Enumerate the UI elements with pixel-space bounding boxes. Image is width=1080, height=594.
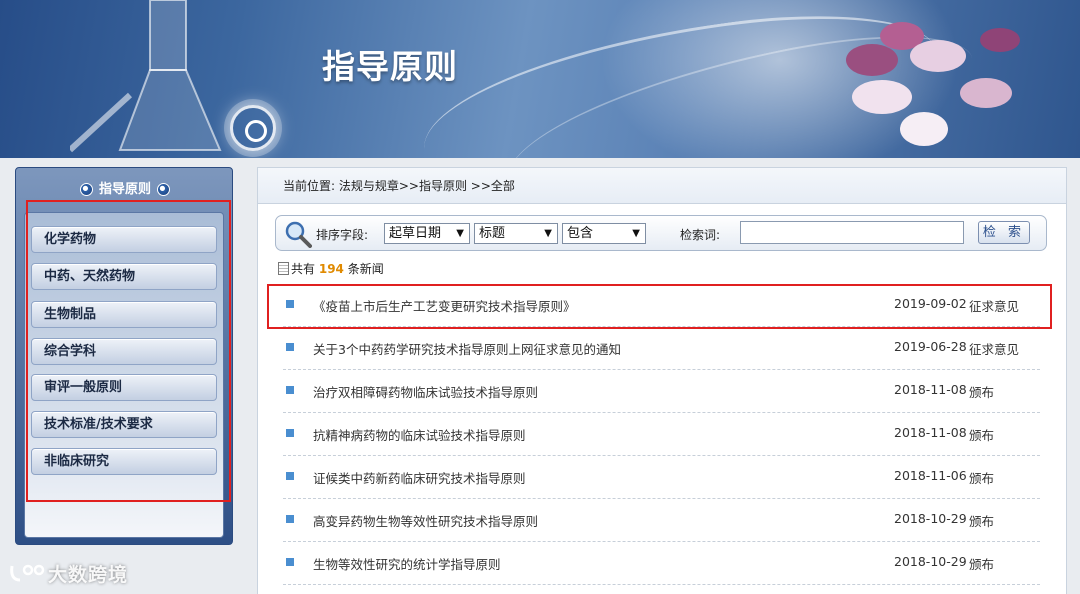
sidebar-item-nonclinical-research[interactable]: 非临床研究 xyxy=(31,448,217,475)
dropdown-arrow-icon: ▼ xyxy=(544,228,552,239)
sort-field-label: 排序字段: xyxy=(316,228,369,242)
search-field-value: 标题 xyxy=(479,226,506,241)
bullet-icon xyxy=(286,472,294,480)
watermark-logo-icon xyxy=(10,564,45,582)
news-date: 2018-10-29 xyxy=(894,511,967,526)
pill-decoration xyxy=(852,80,912,114)
sidebar-item-general-review-principles[interactable]: 审评一般原则 xyxy=(31,374,217,401)
news-date: 2018-11-06 xyxy=(894,468,967,483)
search-field-select[interactable]: 标题 ▼ xyxy=(474,223,558,244)
flask-illustration xyxy=(70,0,222,153)
news-date: 2019-09-02 xyxy=(894,296,967,311)
header-banner: 指导原则 xyxy=(0,0,1080,158)
breadcrumb: 当前位置: 法规与规章>>指导原则 >>全部 xyxy=(258,168,1066,204)
result-count-prefix: 共有 xyxy=(291,262,316,276)
watermark: 大数跨境 xyxy=(8,560,128,587)
match-type-value: 包含 xyxy=(567,226,594,241)
sidebar: 指导原则 化学药物 中药、天然药物 生物制品 综合学科 审评一般原则 技术标准/… xyxy=(15,167,233,545)
news-title[interactable]: 《疫苗上市后生产工艺变更研究技术指导原则》 xyxy=(313,296,576,315)
news-date: 2018-11-08 xyxy=(894,425,967,440)
sort-field-select[interactable]: 起草日期 ▼ xyxy=(384,223,470,244)
sidebar-item-tcm[interactable]: 中药、天然药物 xyxy=(31,263,217,290)
bullet-icon xyxy=(157,183,170,196)
bullet-icon xyxy=(286,343,294,351)
news-row[interactable]: 《疫苗上市后生产工艺变更研究技术指导原则》 2019-09-02 征求意见 xyxy=(283,284,1040,327)
sidebar-item-biologics[interactable]: 生物制品 xyxy=(31,301,217,328)
news-row[interactable]: 抗精神病药物的临床试验技术指导原则 2018-11-08 颁布 xyxy=(283,413,1040,456)
news-status: 颁布 xyxy=(969,428,995,443)
news-title[interactable]: 高变异药物生物等效性研究技术指导原则 xyxy=(313,511,538,530)
sidebar-menu: 化学药物 中药、天然药物 生物制品 综合学科 审评一般原则 技术标准/技术要求 … xyxy=(24,212,224,538)
keyword-input[interactable] xyxy=(740,221,964,244)
news-date: 2019-06-28 xyxy=(894,339,967,354)
result-count-number: 194 xyxy=(318,262,344,276)
news-row[interactable]: 关于3个中药药学研究技术指导原则上网征求意见的通知 2019-06-28 征求意… xyxy=(283,327,1040,370)
news-title[interactable]: 证候类中药新药临床研究技术指导原则 xyxy=(313,468,526,487)
sidebar-heading-label: 指导原则 xyxy=(98,182,151,197)
news-row[interactable]: 高变异药物生物等效性研究技术指导原则 2018-10-29 颁布 xyxy=(283,499,1040,542)
watermark-text: 大数跨境 xyxy=(48,564,129,586)
sidebar-item-technical-standards[interactable]: 技术标准/技术要求 xyxy=(31,411,217,438)
keyword-label: 检索词: xyxy=(680,228,721,242)
page-title: 指导原则 xyxy=(322,47,458,86)
sidebar-item-general-disciplines[interactable]: 综合学科 xyxy=(31,338,217,365)
target-rings-icon xyxy=(230,105,276,151)
pill-decoration xyxy=(910,40,966,72)
news-status: 颁布 xyxy=(969,557,995,572)
news-row[interactable]: 治疗双相障碍药物临床试验技术指导原则 2018-11-08 颁布 xyxy=(283,370,1040,413)
bullet-icon xyxy=(79,183,93,196)
news-row[interactable]: 生物等效性研究的统计学指导原则 2018-10-29 颁布 xyxy=(283,542,1040,585)
news-title[interactable]: 关于3个中药药学研究技术指导原则上网征求意见的通知 xyxy=(313,339,621,358)
bullet-icon xyxy=(286,300,294,308)
news-title[interactable]: 治疗双相障碍药物临床试验技术指导原则 xyxy=(313,382,538,401)
sidebar-heading: 指导原则 xyxy=(16,176,234,204)
document-icon xyxy=(278,262,289,275)
news-status: 征求意见 xyxy=(969,299,1020,314)
search-icon xyxy=(285,221,312,248)
news-status: 征求意见 xyxy=(969,342,1020,357)
news-title[interactable]: 抗精神病药物的临床试验技术指导原则 xyxy=(313,425,526,444)
pill-decoration xyxy=(900,112,948,146)
news-date: 2018-10-29 xyxy=(894,554,967,569)
news-title[interactable]: 生物等效性研究的统计学指导原则 xyxy=(313,554,501,573)
result-count: 共有 194 条新闻 xyxy=(278,260,384,277)
news-date: 2018-11-08 xyxy=(894,382,967,397)
result-count-suffix: 条新闻 xyxy=(347,262,384,276)
sort-field-value: 起草日期 xyxy=(389,226,442,241)
news-status: 颁布 xyxy=(969,471,995,486)
news-row[interactable]: 证候类中药新药临床研究技术指导原则 2018-11-06 颁布 xyxy=(283,456,1040,499)
main-content: 当前位置: 法规与规章>>指导原则 >>全部 排序字段: 起草日期 ▼ 标题 ▼ 包… xyxy=(257,167,1067,594)
bullet-icon xyxy=(286,515,294,523)
match-type-select[interactable]: 包含 ▼ xyxy=(562,223,646,244)
pill-decoration xyxy=(960,78,1012,108)
search-bar: 排序字段: 起草日期 ▼ 标题 ▼ 包含 ▼ 检索词: 检 索 xyxy=(275,215,1047,251)
sidebar-item-chemical-drugs[interactable]: 化学药物 xyxy=(31,226,217,253)
bullet-icon xyxy=(286,558,294,566)
search-button[interactable]: 检 索 xyxy=(978,221,1030,244)
bullet-icon xyxy=(286,386,294,394)
dropdown-arrow-icon: ▼ xyxy=(632,228,640,239)
news-status: 颁布 xyxy=(969,385,995,400)
bullet-icon xyxy=(286,429,294,437)
pill-decoration xyxy=(846,44,898,76)
pill-decoration xyxy=(980,28,1020,52)
news-status: 颁布 xyxy=(969,514,995,529)
dropdown-arrow-icon: ▼ xyxy=(456,228,464,239)
